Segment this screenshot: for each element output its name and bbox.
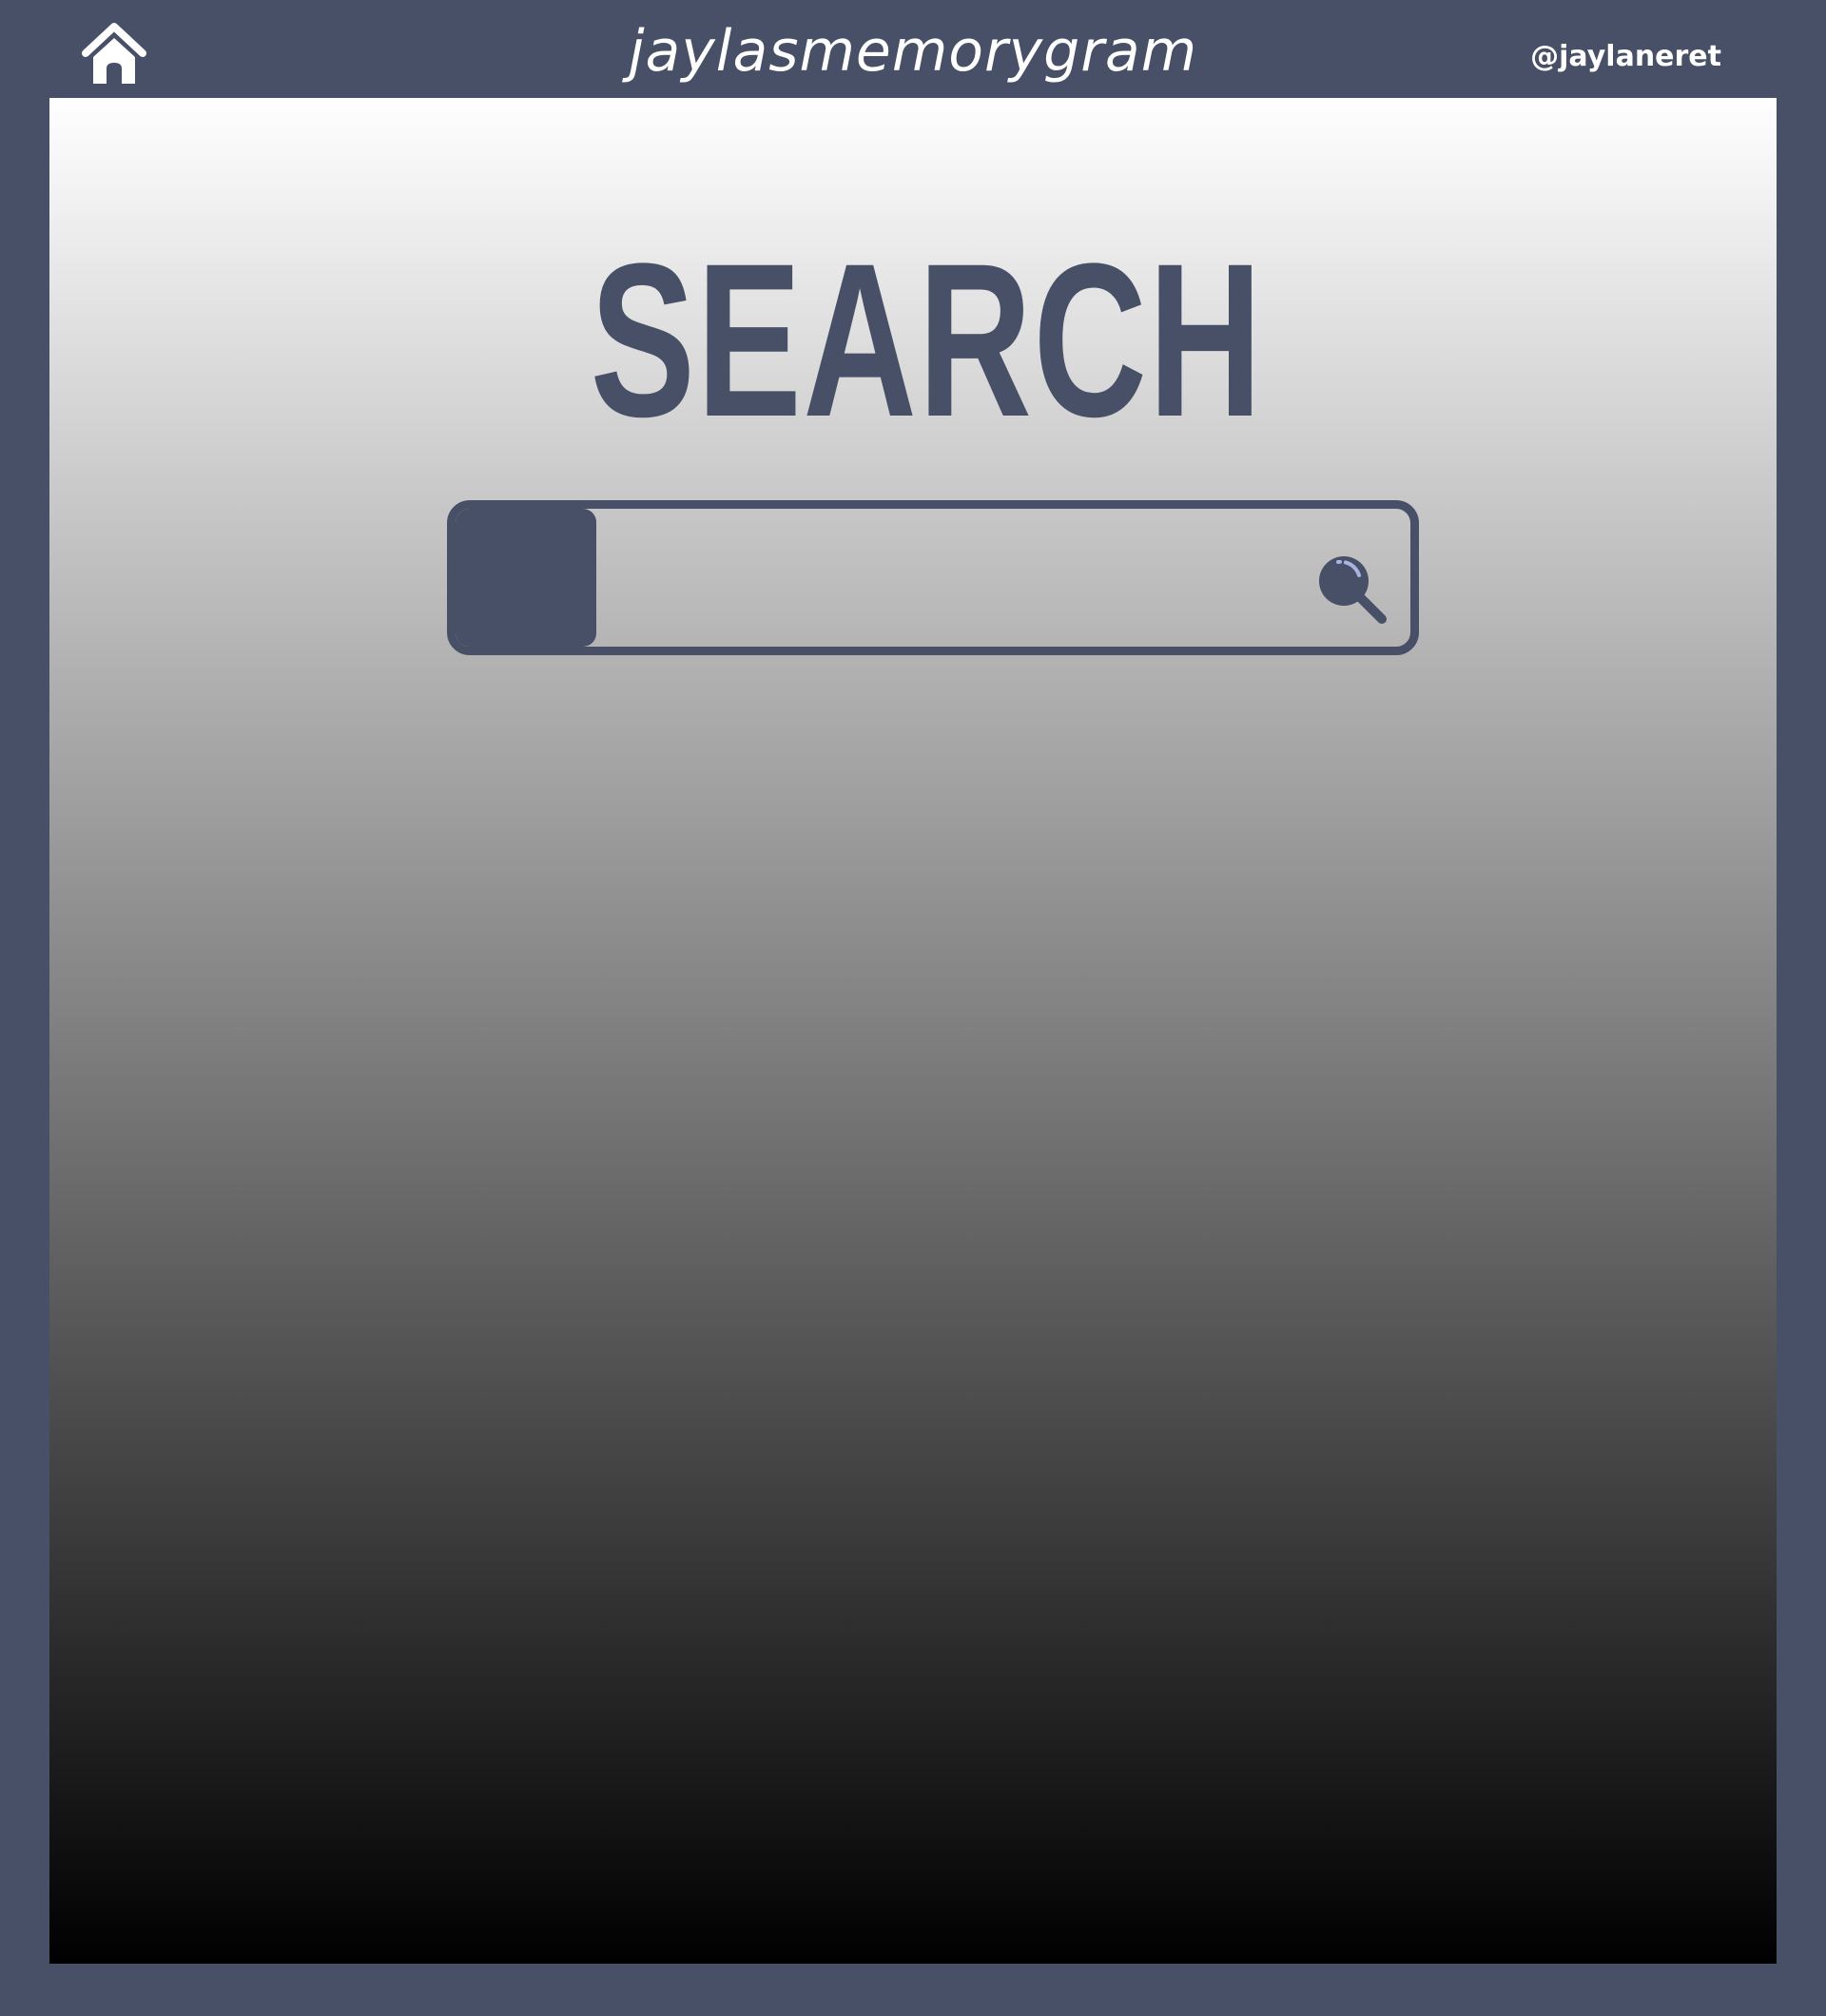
search-bar-tab [456,509,596,647]
top-bar: jaylasmemorygram @jaylaneret [0,0,1826,98]
magnifier-icon [1319,556,1387,624]
search-bar[interactable] [447,500,1419,655]
search-button[interactable] [1310,547,1395,632]
page-title: SEARCH [590,218,1264,462]
user-handle[interactable]: @jaylaneret [1530,36,1721,78]
site-title: jaylasmemorygram [628,18,1198,85]
home-icon [82,23,146,84]
search-input[interactable] [608,509,1273,647]
home-button[interactable] [80,19,148,87]
search-panel: SEARCH [49,98,1777,1964]
